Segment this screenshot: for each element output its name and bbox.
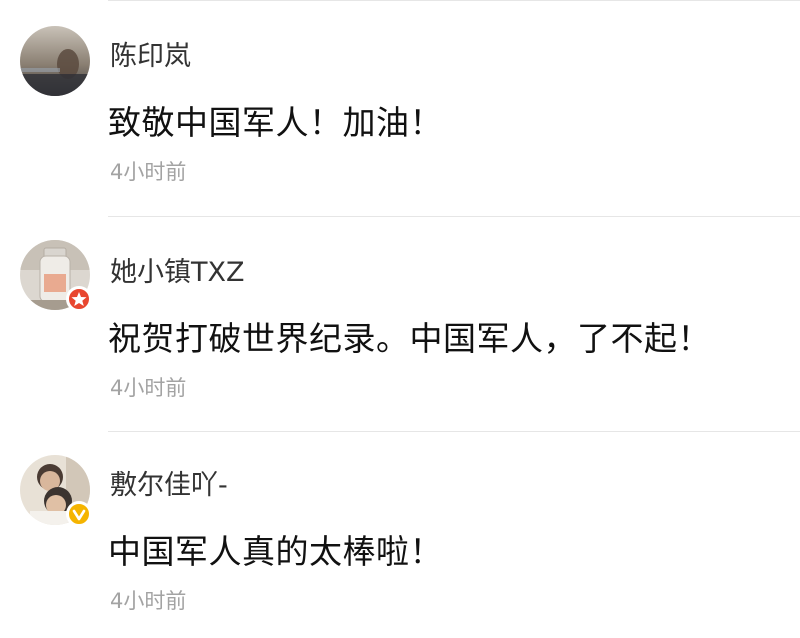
user-avatar[interactable]	[20, 240, 92, 312]
username[interactable]: 她小镇TXZ	[110, 250, 245, 289]
comment-item: 她小镇TXZ 祝贺打破世界纪录。中国军人，了不起！ 4小时前	[0, 216, 800, 432]
timestamp: 4小时前	[110, 589, 187, 613]
user-avatar[interactable]	[20, 455, 92, 527]
username[interactable]: 陈印岚	[110, 34, 191, 73]
username[interactable]: 敷尔佳吖-	[110, 463, 228, 502]
timestamp: 4小时前	[110, 160, 187, 184]
red-star-badge-icon	[66, 286, 92, 312]
comment-text: 中国军人真的太棒啦！	[108, 532, 443, 571]
yellow-verified-badge-icon	[66, 501, 92, 527]
user-photo-avatar-icon	[20, 26, 90, 96]
comment-list: 陈印岚 致敬中国军人！加油！ 4小时前 她小镇TXZ 祝贺打破世界纪录。中国军人…	[0, 0, 800, 638]
comment-item: 陈印岚 致敬中国军人！加油！ 4小时前	[0, 0, 800, 216]
comment-item: 敷尔佳吖- 中国军人真的太棒啦！ 4小时前	[0, 431, 800, 638]
user-avatar[interactable]	[20, 26, 90, 96]
timestamp: 4小时前	[110, 376, 187, 400]
comment-text: 祝贺打破世界纪录。中国军人，了不起！	[108, 319, 711, 358]
comment-text: 致敬中国军人！加油！	[108, 103, 443, 142]
